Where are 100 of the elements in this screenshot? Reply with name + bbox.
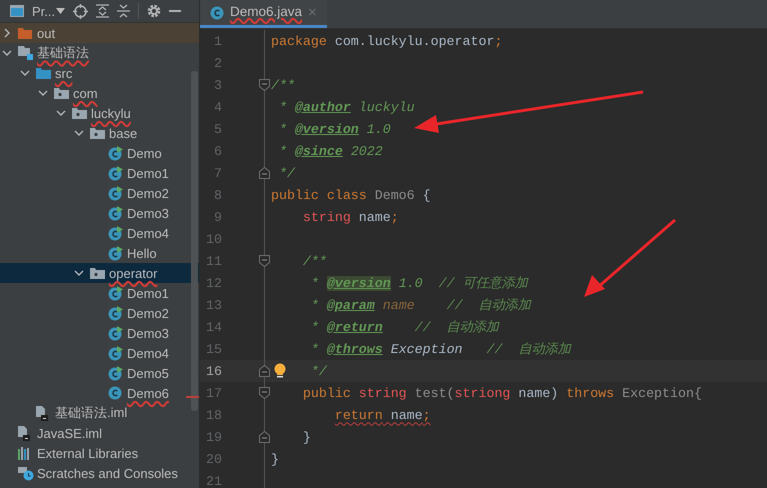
error-marker <box>186 396 199 398</box>
line-number: 19 <box>205 430 222 444</box>
class-icon <box>108 146 123 160</box>
code-line: return name; <box>334 408 431 422</box>
code-line: * @author luckylu <box>278 100 415 114</box>
scratches-icon <box>18 466 34 480</box>
line-number: 2 <box>213 56 222 70</box>
tree-item[interactable]: base <box>0 123 199 143</box>
fold-icon[interactable] <box>259 79 270 91</box>
package-icon <box>90 127 105 139</box>
line-number: 5 <box>213 122 222 136</box>
lightbulb-icon[interactable] <box>274 363 286 379</box>
line-number: 9 <box>213 210 222 224</box>
fold-icon[interactable] <box>259 167 270 179</box>
code-line: * @since 2022 <box>278 144 383 158</box>
tree-item[interactable]: 基础语法 <box>0 43 199 63</box>
line-number: 17 <box>205 386 222 400</box>
tree-item[interactable]: Demo5 <box>0 363 199 383</box>
code-line: } <box>271 452 279 466</box>
libraries-icon <box>18 446 32 460</box>
line-number: 6 <box>213 144 222 158</box>
class-icon <box>108 166 123 180</box>
class-icon <box>108 346 123 360</box>
code-line: * @version 1.0 // 可任意添加 <box>310 274 528 292</box>
tree-item[interactable]: Demo4 <box>0 223 199 243</box>
caret-icon[interactable] <box>56 8 66 14</box>
code-line: * @param name // 自动添加 <box>310 296 531 314</box>
tree-item[interactable]: Demo1 <box>0 163 199 183</box>
line-number: 18 <box>205 408 222 422</box>
tree-item[interactable]: Scratches and Consoles <box>0 463 199 483</box>
window-icon <box>10 5 24 17</box>
line-number: 13 <box>205 298 222 312</box>
tree-item[interactable]: 基础语法.iml <box>0 403 199 423</box>
line-number: 12 <box>205 276 222 290</box>
class-icon <box>210 6 224 20</box>
fold-icon[interactable] <box>259 387 270 399</box>
tree-item[interactable]: Demo <box>0 143 199 163</box>
tree-item[interactable]: Demo2 <box>0 183 199 203</box>
class-icon <box>108 186 123 200</box>
code-line: package com.luckylu.operator; <box>271 34 502 48</box>
tree-item[interactable]: out <box>0 23 199 43</box>
line-number: 14 <box>205 320 222 334</box>
line-number: 16 <box>205 364 222 378</box>
collapse-all-icon[interactable] <box>117 4 130 18</box>
code-line: * @throws Exception // 自动添加 <box>310 340 570 358</box>
line-number: 10 <box>205 232 222 246</box>
tree-item[interactable]: Demo2 <box>0 303 199 323</box>
tree-item[interactable]: Demo3 <box>0 203 199 223</box>
code-line: * @return // 自动添加 <box>310 318 499 336</box>
tree-item[interactable]: JavaSE.iml <box>0 423 199 443</box>
class-icon <box>108 286 123 300</box>
package-icon <box>90 267 105 279</box>
folder-icon <box>36 67 51 79</box>
settings-icon[interactable] <box>147 4 162 18</box>
code-line: public string test(striong name) throws Exception{ <box>302 386 702 400</box>
code-line: */ <box>310 364 327 378</box>
code-line: * @version 1.0 <box>278 122 391 136</box>
line-number: 7 <box>213 166 222 180</box>
line-number: 15 <box>205 342 222 356</box>
class-icon <box>108 366 123 380</box>
tree-item[interactable]: Demo6 <box>0 383 199 403</box>
line-number: 3 <box>213 78 222 92</box>
minimize-icon[interactable] <box>169 10 182 12</box>
package-icon <box>54 87 69 99</box>
folder-icon <box>18 27 32 39</box>
project-view-dropdown[interactable]: Pr... <box>32 4 66 18</box>
tree-item[interactable]: External Libraries <box>0 443 199 463</box>
code-line: string name; <box>302 210 399 224</box>
file-icon <box>36 406 49 420</box>
tree-item[interactable]: Demo1 <box>0 283 199 303</box>
fold-icon[interactable] <box>259 365 270 377</box>
code-line: public class Demo6 { <box>271 188 431 202</box>
class-icon <box>108 326 123 340</box>
class-icon <box>108 306 123 320</box>
tree-item[interactable]: Demo3 <box>0 323 199 343</box>
package-icon <box>72 107 87 119</box>
class-icon <box>108 226 123 240</box>
line-number: 21 <box>205 474 222 488</box>
scrollbar[interactable] <box>191 71 198 411</box>
fold-icon[interactable] <box>259 431 270 443</box>
locate-icon[interactable] <box>73 4 88 18</box>
tree-item[interactable]: Demo4 <box>0 343 199 363</box>
class-icon <box>108 386 122 400</box>
code-line: */ <box>278 166 295 180</box>
expand-all-icon[interactable] <box>96 4 110 18</box>
tree-item[interactable]: luckylu <box>0 103 199 123</box>
line-number: 4 <box>213 100 222 114</box>
file-icon <box>18 426 31 440</box>
tree-item[interactable]: Hello <box>0 243 199 263</box>
tree-item[interactable]: src <box>0 63 199 83</box>
editor-tab[interactable]: Demo6.java × <box>200 0 327 28</box>
line-number: 20 <box>205 452 222 466</box>
tree-item[interactable]: com <box>0 83 199 103</box>
class-icon <box>108 206 123 220</box>
tree-item[interactable]: operator <box>0 263 199 283</box>
fold-icon[interactable] <box>259 255 270 267</box>
line-number: 1 <box>213 34 222 48</box>
module-icon <box>18 46 34 60</box>
code-line: /** <box>302 254 327 268</box>
class-icon <box>108 246 123 260</box>
